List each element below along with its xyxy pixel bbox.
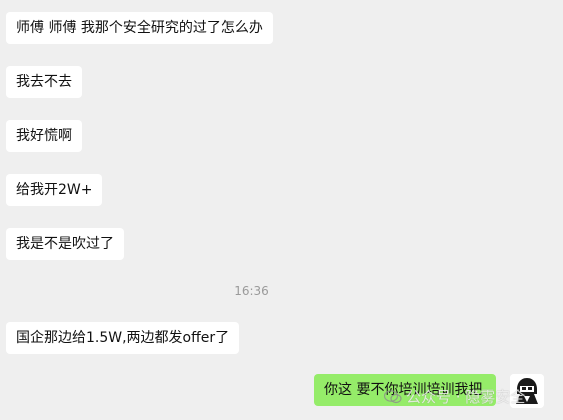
message-text: 我是不是吹过了 bbox=[16, 236, 114, 252]
watermark: 公众号 · 隐雾安全 bbox=[383, 386, 526, 407]
incoming-message[interactable]: 我去不去 bbox=[6, 66, 82, 98]
watermark-text: 公众号 · 隐雾安全 bbox=[406, 388, 526, 406]
message-text: 我好慌啊 bbox=[16, 128, 72, 144]
message-text: 师傅 师傅 我那个安全研究的过了怎么办 bbox=[16, 20, 263, 36]
message-text: 我去不去 bbox=[16, 74, 72, 90]
incoming-message[interactable]: 我好慌啊 bbox=[6, 120, 82, 152]
incoming-message[interactable]: 我是不是吹过了 bbox=[6, 228, 124, 260]
message-text: 给我开2W+ bbox=[16, 182, 93, 198]
message-text: 国企那边给1.5W,两边都发offer了 bbox=[16, 330, 230, 346]
message-timestamp: 16:36 bbox=[234, 284, 269, 298]
chat-area: 师傅 师傅 我那个安全研究的过了怎么办 我去不去 我好慌啊 给我开2W+ 我是不… bbox=[0, 0, 563, 420]
incoming-message[interactable]: 师傅 师傅 我那个安全研究的过了怎么办 bbox=[6, 12, 273, 44]
wechat-official-account-icon bbox=[383, 390, 402, 404]
incoming-message[interactable]: 国企那边给1.5W,两边都发offer了 bbox=[6, 322, 240, 354]
incoming-message[interactable]: 给我开2W+ bbox=[6, 174, 103, 206]
